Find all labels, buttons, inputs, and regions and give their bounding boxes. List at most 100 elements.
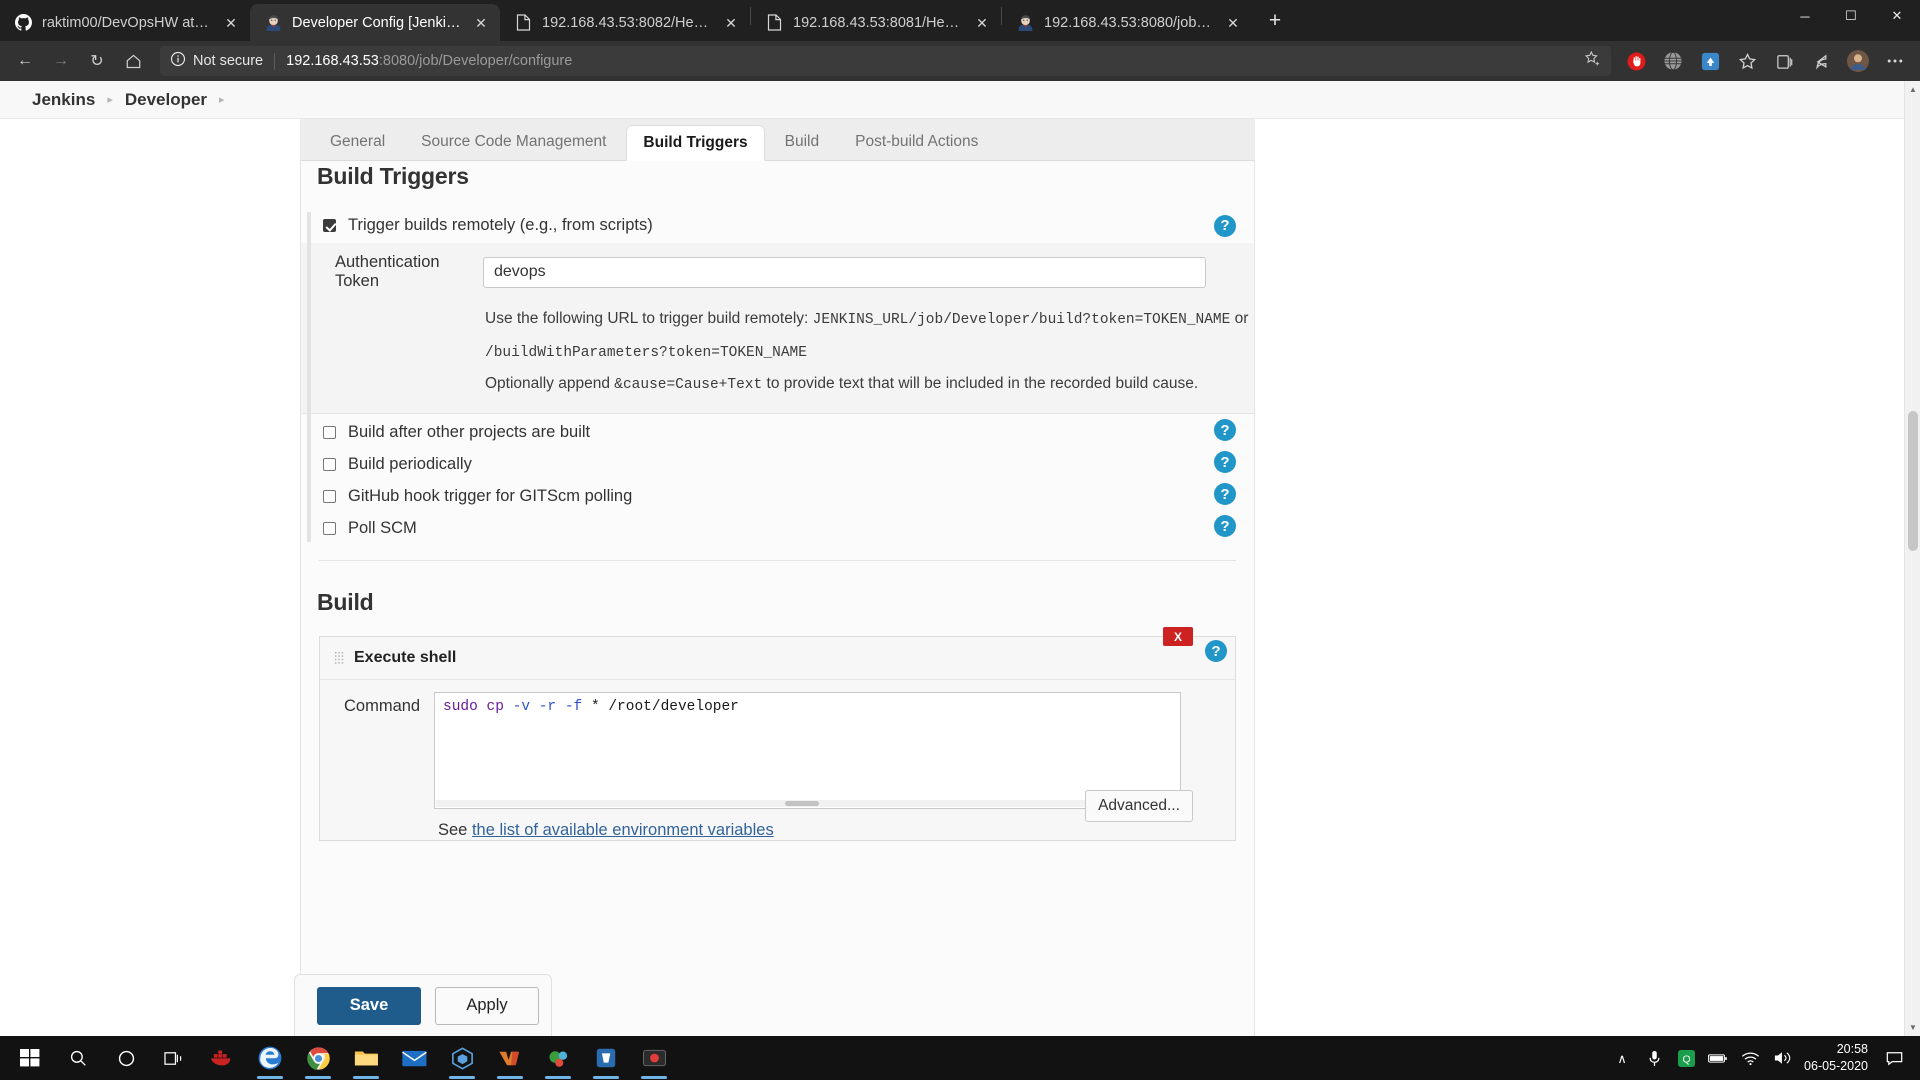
new-tab-button[interactable]: + <box>1258 4 1292 38</box>
tab-general[interactable]: General <box>314 124 401 160</box>
taskbar-app-recorder[interactable] <box>630 1036 678 1080</box>
close-icon[interactable]: ✕ <box>1222 12 1244 34</box>
microphone-icon[interactable] <box>1644 1050 1664 1067</box>
collections-icon[interactable] <box>1767 45 1801 77</box>
close-icon[interactable]: ✕ <box>470 12 492 34</box>
taskbar-app-explorer[interactable] <box>342 1036 390 1080</box>
refresh-icon[interactable]: ↻ <box>80 45 114 77</box>
advanced-button[interactable]: Advanced... <box>1085 790 1193 823</box>
taskbar-app-docker[interactable] <box>198 1036 246 1080</box>
settings-ellipsis-icon[interactable] <box>1878 45 1912 77</box>
build-after-other-projects-checkbox[interactable] <box>323 426 336 440</box>
form-footer: Save Apply <box>294 974 552 1036</box>
tray-chevron-icon[interactable]: ∧ <box>1612 1051 1632 1066</box>
save-button[interactable]: Save <box>317 986 421 1025</box>
github-hook-trigger-row[interactable]: GitHub hook trigger for GITScm polling ? <box>301 478 1254 510</box>
taskbar-app-virtualbox[interactable] <box>438 1036 486 1080</box>
taskbar-app-store[interactable] <box>582 1036 630 1080</box>
favorites-star-icon[interactable] <box>1730 45 1764 77</box>
authentication-token-input[interactable] <box>483 256 1206 288</box>
notification-icon[interactable] <box>1884 1050 1904 1066</box>
help-icon[interactable]: ? <box>1214 419 1236 442</box>
environment-variables-link[interactable]: the list of available environment variab… <box>472 821 774 839</box>
jenkins-icon <box>1016 13 1035 32</box>
quick-action-icon[interactable]: Q <box>1676 1049 1696 1067</box>
maximize-button[interactable]: ☐ <box>1828 0 1874 32</box>
drag-handle-icon[interactable] <box>334 651 344 666</box>
github-hook-trigger-checkbox[interactable] <box>323 490 336 504</box>
globe-translate-icon[interactable] <box>1656 45 1690 77</box>
scroll-up-arrow-icon[interactable]: ▲ <box>1905 81 1920 98</box>
taskbar-app-redhat[interactable] <box>534 1036 582 1080</box>
cortana-button[interactable] <box>102 1036 150 1080</box>
poll-scm-row[interactable]: Poll SCM ? <box>301 510 1254 542</box>
start-button[interactable] <box>6 1036 54 1080</box>
home-icon[interactable] <box>116 45 150 77</box>
add-favorite-star-icon[interactable] <box>1579 50 1605 72</box>
help-icon[interactable]: ? <box>1214 515 1236 538</box>
tab-build-triggers[interactable]: Build Triggers <box>626 125 765 161</box>
address-bar[interactable]: Not secure 192.168.43.53:8080/job/Develo… <box>160 46 1611 76</box>
extension-icons <box>1619 45 1912 77</box>
svg-text:Q: Q <box>1682 1054 1690 1065</box>
tab-build[interactable]: Build <box>769 124 835 160</box>
taskbar-app-edge[interactable] <box>246 1036 294 1080</box>
taskbar-clock[interactable]: 20:58 06-05-2020 <box>1804 1041 1872 1075</box>
wifi-icon[interactable] <box>1740 1051 1760 1066</box>
scrollbar-thumb[interactable] <box>1908 411 1918 551</box>
breadcrumb-item-developer[interactable]: Developer <box>125 90 207 110</box>
page-scrollbar[interactable]: ▲ ▼ <box>1904 81 1920 1036</box>
tab-source-code-management[interactable]: Source Code Management <box>405 124 622 160</box>
back-icon[interactable]: ← <box>8 45 42 77</box>
browser-tab-1[interactable]: Developer Config [Jenkins] ✕ <box>250 4 500 41</box>
extension-blue-icon[interactable] <box>1693 45 1727 77</box>
delete-builder-button[interactable]: X <box>1163 627 1193 647</box>
minimize-button[interactable]: ─ <box>1782 0 1828 32</box>
help-icon[interactable]: ? <box>1214 214 1236 237</box>
share-icon[interactable] <box>1804 45 1838 77</box>
browser-tab-0[interactable]: raktim00/DevOpsHW at dev ✕ <box>0 4 250 41</box>
apply-button[interactable]: Apply <box>435 986 539 1025</box>
command-textarea[interactable]: sudo cp -v -r -f * /root/developer <box>434 692 1181 810</box>
browser-tab-3[interactable]: 192.168.43.53:8081/Hello.html ✕ <box>751 4 1001 41</box>
battery-icon[interactable] <box>1708 1052 1728 1065</box>
build-after-other-projects-row[interactable]: Build after other projects are built ? <box>301 414 1254 446</box>
window-close-button[interactable]: ✕ <box>1874 0 1920 32</box>
url-host: 192.168.43.53 <box>286 53 379 69</box>
url-text: 192.168.43.53:8080/job/Developer/configu… <box>286 53 572 69</box>
browser-tab-4[interactable]: 192.168.43.53:8080/job/Developer ✕ <box>1002 4 1252 41</box>
build-periodically-row[interactable]: Build periodically ? <box>301 446 1254 478</box>
help-icon[interactable]: ? <box>1214 451 1236 474</box>
search-button[interactable] <box>54 1036 102 1080</box>
volume-icon[interactable] <box>1772 1050 1792 1066</box>
clock-time: 20:58 <box>1836 1042 1868 1057</box>
help-icon[interactable]: ? <box>1214 483 1236 506</box>
taskbar-app-vmware[interactable] <box>486 1036 534 1080</box>
close-icon[interactable]: ✕ <box>220 12 242 34</box>
profile-avatar[interactable] <box>1841 45 1875 77</box>
taskbar-app-mail[interactable] <box>390 1036 438 1080</box>
poll-scm-label: Poll SCM <box>348 519 417 538</box>
command-horizontal-scrollbar[interactable] <box>436 800 1179 808</box>
forward-icon[interactable]: → <box>44 45 78 77</box>
taskbar-app-chrome[interactable] <box>294 1036 342 1080</box>
build-periodically-checkbox[interactable] <box>323 458 336 472</box>
breadcrumb-item-jenkins[interactable]: Jenkins <box>32 90 95 110</box>
adblock-icon[interactable] <box>1619 45 1653 77</box>
build-heading: Build <box>317 589 374 616</box>
close-icon[interactable]: ✕ <box>720 12 742 34</box>
browser-tab-2[interactable]: 192.168.43.53:8082/Hello.html ✕ <box>500 4 750 41</box>
help-line-3-prefix: Optionally append <box>485 375 615 393</box>
trigger-builds-remotely-row[interactable]: Trigger builds remotely (e.g., from scri… <box>301 212 1254 239</box>
close-icon[interactable]: ✕ <box>971 12 993 34</box>
build-after-other-projects-label: Build after other projects are built <box>348 423 591 442</box>
task-view-button[interactable] <box>150 1036 198 1080</box>
trigger-builds-remotely-checkbox[interactable] <box>323 219 336 232</box>
tab-post-build-actions[interactable]: Post-build Actions <box>839 124 994 160</box>
poll-scm-checkbox[interactable] <box>323 522 336 536</box>
security-label: Not secure <box>193 53 264 69</box>
page-viewport: Jenkins ▸ Developer ▸ General Source Cod… <box>0 81 1920 1036</box>
scroll-down-arrow-icon[interactable]: ▼ <box>1905 1019 1920 1036</box>
security-status[interactable]: Not secure <box>170 51 263 71</box>
help-icon[interactable]: ? <box>1205 640 1227 663</box>
